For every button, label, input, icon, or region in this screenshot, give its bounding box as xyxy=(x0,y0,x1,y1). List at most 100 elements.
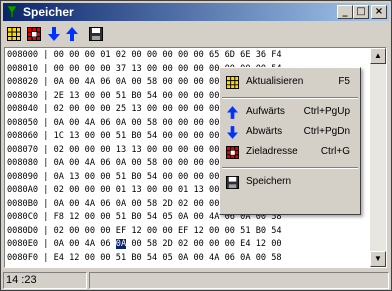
hex-byte[interactable]: 4A xyxy=(209,253,219,263)
hex-byte[interactable]: 00 xyxy=(162,131,172,141)
hex-byte[interactable]: 58 xyxy=(147,158,157,168)
hex-byte[interactable]: 2E xyxy=(54,91,64,101)
hex-byte[interactable]: 0A xyxy=(116,118,126,128)
hex-byte[interactable]: 1C xyxy=(54,131,64,141)
hex-byte[interactable]: 00 xyxy=(194,77,204,87)
hex-byte[interactable]: 00 xyxy=(178,158,188,168)
hex-byte[interactable]: 00 xyxy=(225,226,235,236)
hex-byte[interactable]: 6E xyxy=(240,50,250,60)
hex-byte[interactable]: 00 xyxy=(178,64,188,74)
hex-byte[interactable]: 00 xyxy=(85,185,95,195)
hex-byte[interactable]: 06 xyxy=(225,253,235,263)
hex-byte[interactable]: 0A xyxy=(54,77,64,87)
hex-byte[interactable]: 00 xyxy=(162,226,172,236)
hex-byte[interactable]: 4A xyxy=(85,118,95,128)
hex-byte[interactable]: 12 xyxy=(69,212,79,222)
hex-byte[interactable]: 13 xyxy=(69,131,79,141)
menu-item-zieladresse[interactable]: Zieladresse Ctrl+G xyxy=(222,142,358,162)
hex-byte[interactable]: F4 xyxy=(271,50,281,60)
hex-byte[interactable]: 37 xyxy=(116,64,126,74)
menu-item-abwaerts[interactable]: Abwärts Ctrl+PgDn xyxy=(222,122,358,142)
hex-byte[interactable]: 06 xyxy=(100,118,110,128)
hex-byte[interactable]: 00 xyxy=(69,226,79,236)
hex-byte[interactable]: 54 xyxy=(271,226,281,236)
hex-byte[interactable]: 58 xyxy=(147,77,157,87)
hex-byte[interactable]: 00 xyxy=(256,253,266,263)
hex-line[interactable]: 008000 | 00 00 00 01 02 00 00 00 00 00 6… xyxy=(7,49,282,62)
hex-byte[interactable]: 00 xyxy=(100,172,110,182)
hex-byte[interactable]: 00 xyxy=(85,131,95,141)
hex-byte[interactable]: 51 xyxy=(240,226,250,236)
hex-byte[interactable]: 00 xyxy=(209,158,219,168)
hex-byte[interactable]: 00 xyxy=(162,50,172,60)
hex-byte[interactable]: 2D xyxy=(162,239,172,249)
hex-byte[interactable]: 00 xyxy=(147,185,157,195)
hex-byte[interactable]: 00 xyxy=(178,50,188,60)
hex-byte[interactable]: 00 xyxy=(69,64,79,74)
hex-byte[interactable]: 05 xyxy=(162,253,172,263)
hex-byte[interactable]: 00 xyxy=(162,145,172,155)
hex-byte[interactable]: 00 xyxy=(209,77,219,87)
hex-byte[interactable]: B0 xyxy=(131,131,141,141)
hex-byte[interactable]: 00 xyxy=(194,50,204,60)
hex-byte[interactable]: 00 xyxy=(178,91,188,101)
hex-byte[interactable]: EF xyxy=(116,226,126,236)
hex-byte[interactable]: 51 xyxy=(116,212,126,222)
hex-byte[interactable]: 00 xyxy=(100,253,110,263)
hex-byte[interactable]: 00 xyxy=(194,104,204,114)
hex-byte[interactable]: 54 xyxy=(147,212,157,222)
hex-byte[interactable]: 00 xyxy=(162,91,172,101)
hex-byte[interactable]: 00 xyxy=(131,118,141,128)
hex-byte[interactable]: 00 xyxy=(194,253,204,263)
hex-byte[interactable]: 00 xyxy=(85,145,95,155)
hex-byte[interactable]: 02 xyxy=(178,239,188,249)
hex-byte[interactable]: 54 xyxy=(147,131,157,141)
hex-byte[interactable]: 12 xyxy=(256,239,266,249)
hex-byte[interactable]: 13 xyxy=(131,64,141,74)
hex-byte[interactable]: 00 xyxy=(85,64,95,74)
hex-byte[interactable]: 58 xyxy=(147,199,157,209)
hex-byte[interactable]: 00 xyxy=(54,50,64,60)
hex-byte[interactable]: 00 xyxy=(194,172,204,182)
hex-byte[interactable]: 00 xyxy=(100,226,110,236)
hex-byte[interactable]: 00 xyxy=(194,199,204,209)
hex-byte[interactable]: 0A xyxy=(116,77,126,87)
hex-byte[interactable]: 00 xyxy=(147,50,157,60)
hex-byte[interactable]: 00 xyxy=(162,158,172,168)
hex-byte[interactable]: 00 xyxy=(194,212,204,222)
hex-byte[interactable]: 13 xyxy=(131,185,141,195)
hex-byte[interactable]: B0 xyxy=(131,253,141,263)
hex-byte[interactable]: 0A xyxy=(54,172,64,182)
hex-byte[interactable]: 13 xyxy=(69,91,79,101)
hex-byte[interactable]: 00 xyxy=(178,145,188,155)
hex-byte[interactable]: 54 xyxy=(147,253,157,263)
hex-byte[interactable]: B0 xyxy=(131,172,141,182)
hex-byte[interactable]: 00 xyxy=(209,91,219,101)
hex-byte[interactable]: 00 xyxy=(100,131,110,141)
menu-item-aufwaerts[interactable]: Aufwärts Ctrl+PgUp xyxy=(222,102,358,122)
title-bar[interactable]: Speicher _ □ × xyxy=(3,3,389,21)
maximize-button[interactable]: □ xyxy=(353,5,369,19)
hex-byte[interactable]: 02 xyxy=(54,226,64,236)
goto-address-button[interactable] xyxy=(25,25,43,43)
hex-byte[interactable]: 00 xyxy=(100,64,110,74)
hex-byte[interactable]: 58 xyxy=(147,239,157,249)
hex-byte[interactable]: 00 xyxy=(225,239,235,249)
hex-byte[interactable]: 00 xyxy=(271,239,281,249)
hex-byte[interactable]: 00 xyxy=(209,172,219,182)
hex-byte[interactable]: 00 xyxy=(85,226,95,236)
hex-byte[interactable]: 00 xyxy=(69,239,79,249)
hex-byte[interactable]: 0A xyxy=(54,158,64,168)
hex-byte[interactable]: 0A xyxy=(115,239,127,249)
hex-byte[interactable]: 54 xyxy=(147,172,157,182)
hex-byte[interactable]: 00 xyxy=(194,131,204,141)
hex-byte[interactable]: 00 xyxy=(194,91,204,101)
hex-byte[interactable]: 00 xyxy=(100,145,110,155)
hex-byte[interactable]: 00 xyxy=(147,64,157,74)
hex-byte[interactable]: 00 xyxy=(194,158,204,168)
hex-byte[interactable]: 00 xyxy=(162,77,172,87)
hex-byte[interactable]: 00 xyxy=(69,145,79,155)
hex-byte[interactable]: 00 xyxy=(100,185,110,195)
hex-byte[interactable]: E4 xyxy=(54,253,64,263)
hex-byte[interactable]: 4A xyxy=(85,199,95,209)
